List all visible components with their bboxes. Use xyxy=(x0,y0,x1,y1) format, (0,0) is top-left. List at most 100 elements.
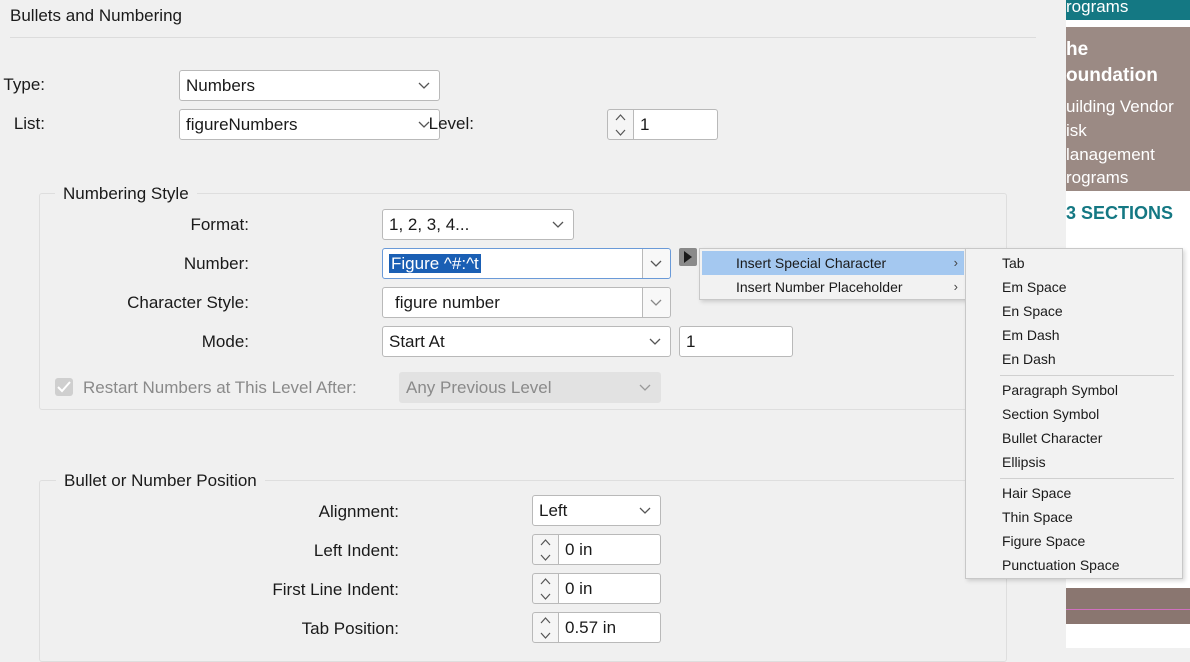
tab-position-input[interactable]: 0.57 in xyxy=(559,612,661,643)
list-type-dropdown[interactable]: Numbers xyxy=(179,70,440,101)
special-character-menu: Insert Special Character › Insert Number… xyxy=(699,248,967,300)
menu-item-label: En Dash xyxy=(1002,351,1056,367)
chevron-down-icon xyxy=(648,327,662,356)
menu-item-label: Section Symbol xyxy=(1002,406,1100,422)
doc-sub-line: rograms xyxy=(1066,168,1129,187)
menu-item-label: Bullet Character xyxy=(1002,430,1103,446)
menu-item-label: Thin Space xyxy=(1002,509,1073,525)
doc-sub-line: uilding Vendor xyxy=(1066,97,1174,116)
submenu-item-ellipsis[interactable]: Ellipsis xyxy=(968,450,1180,474)
stepper-up-icon[interactable] xyxy=(608,110,633,124)
stepper-down-icon[interactable] xyxy=(533,628,558,642)
character-style-dropdown-button[interactable] xyxy=(642,288,670,317)
submenu-item-tab[interactable]: Tab xyxy=(968,251,1180,275)
first-line-indent-label: First Line Indent: xyxy=(272,580,399,599)
menu-item-insert-number-placeholder[interactable]: Insert Number Placeholder › xyxy=(702,275,964,299)
submenu-item-em-space[interactable]: Em Space xyxy=(968,275,1180,299)
doc-sub-line: lanagement xyxy=(1066,145,1155,164)
submenu-item-figure-space[interactable]: Figure Space xyxy=(968,529,1180,553)
doc-heading-line: he xyxy=(1066,39,1089,60)
insert-special-flyout-button[interactable] xyxy=(679,248,697,266)
doc-sections-heading: 3 SECTIONS xyxy=(1066,203,1174,223)
list-type-value: Numbers xyxy=(186,76,255,95)
restart-level-value: Any Previous Level xyxy=(406,378,552,397)
position-group xyxy=(39,480,1007,662)
number-dropdown-button[interactable] xyxy=(642,249,670,278)
list-label: List: xyxy=(13,114,45,133)
list-type-label: List Type: xyxy=(0,75,45,94)
number-label: Number: xyxy=(183,254,249,273)
tab-position-stepper[interactable] xyxy=(532,612,559,643)
stepper-down-icon[interactable] xyxy=(533,550,558,564)
submenu-item-bullet-character[interactable]: Bullet Character xyxy=(968,426,1180,450)
start-at-input[interactable]: 1 xyxy=(679,326,793,357)
chevron-down-icon xyxy=(638,496,652,525)
submenu-item-thin-space[interactable]: Thin Space xyxy=(968,505,1180,529)
menu-item-label: Insert Number Placeholder xyxy=(736,279,903,295)
dialog-title: Bullets and Numbering xyxy=(10,6,182,25)
chevron-right-icon: › xyxy=(953,255,958,270)
doc-title-block: he oundation uilding Vendor isk lanageme… xyxy=(1066,27,1190,191)
bullets-numbering-dialog: Bullets and Numbering List Type: Numbers… xyxy=(0,0,1066,662)
restart-level-dropdown[interactable]: Any Previous Level xyxy=(399,372,661,403)
position-group-title: Bullet or Number Position xyxy=(56,471,265,491)
stepper-up-icon[interactable] xyxy=(533,574,558,588)
menu-item-label: Hair Space xyxy=(1002,485,1072,501)
menu-item-label: Figure Space xyxy=(1002,533,1086,549)
first-line-indent-input[interactable]: 0 in xyxy=(559,573,661,604)
character-style-combobox[interactable]: figure number xyxy=(382,287,671,318)
submenu-item-paragraph-symbol[interactable]: Paragraph Symbol xyxy=(968,378,1180,402)
format-dropdown[interactable]: 1, 2, 3, 4... xyxy=(382,209,574,240)
menu-item-label: Insert Special Character xyxy=(736,255,887,271)
submenu-item-hair-space[interactable]: Hair Space xyxy=(968,481,1180,505)
alignment-dropdown[interactable]: Left xyxy=(532,495,661,526)
menu-separator xyxy=(1000,375,1174,376)
stepper-up-icon[interactable] xyxy=(533,613,558,627)
title-divider xyxy=(10,37,1036,38)
menu-separator xyxy=(1000,478,1174,479)
menu-item-label: Tab xyxy=(1002,255,1025,271)
submenu-item-en-space[interactable]: En Space xyxy=(968,299,1180,323)
stepper-down-icon[interactable] xyxy=(608,125,633,139)
menu-item-label: Em Dash xyxy=(1002,327,1060,343)
alignment-value: Left xyxy=(539,501,568,520)
character-style-label: Character Style: xyxy=(127,293,249,312)
stepper-up-icon[interactable] xyxy=(533,535,558,549)
left-indent-input[interactable]: 0 in xyxy=(559,534,661,565)
level-stepper[interactable] xyxy=(607,109,634,140)
submenu-item-punctuation-space[interactable]: Punctuation Space xyxy=(968,553,1180,577)
doc-guide-line xyxy=(1066,609,1190,610)
submenu-item-section-symbol[interactable]: Section Symbol xyxy=(968,402,1180,426)
first-line-indent-stepper[interactable] xyxy=(532,573,559,604)
format-label: Format: xyxy=(190,215,249,234)
submenu-item-en-dash[interactable]: En Dash xyxy=(968,347,1180,371)
doc-footer-block xyxy=(1066,588,1190,624)
list-dropdown[interactable]: figureNumbers xyxy=(179,109,440,140)
doc-top-banner: rograms xyxy=(1066,0,1190,20)
menu-item-label: Punctuation Space xyxy=(1002,557,1120,573)
chevron-down-icon xyxy=(417,71,431,100)
menu-item-label: Paragraph Symbol xyxy=(1002,382,1118,398)
restart-numbers-checkbox[interactable] xyxy=(55,378,73,396)
left-indent-stepper[interactable] xyxy=(532,534,559,565)
restart-numbers-label: Restart Numbers at This Level After: xyxy=(83,378,357,397)
level-label: Level: xyxy=(428,114,474,133)
level-input[interactable]: 1 xyxy=(634,109,718,140)
left-indent-label: Left Indent: xyxy=(313,541,399,560)
list-value: figureNumbers xyxy=(186,115,298,134)
number-input-selected-text[interactable]: Figure ^#:^t xyxy=(389,254,481,273)
alignment-label: Alignment: xyxy=(318,502,399,521)
submenu-item-em-dash[interactable]: Em Dash xyxy=(968,323,1180,347)
chevron-down-icon xyxy=(551,210,565,239)
number-combobox[interactable]: Figure ^#:^t xyxy=(382,248,671,279)
stepper-down-icon[interactable] xyxy=(533,589,558,603)
menu-item-label: Em Space xyxy=(1002,279,1067,295)
mode-dropdown[interactable]: Start At xyxy=(382,326,671,357)
doc-heading-line: oundation xyxy=(1066,65,1158,86)
mode-value: Start At xyxy=(389,332,445,351)
chevron-down-icon xyxy=(638,373,652,402)
chevron-right-icon: › xyxy=(953,279,958,294)
doc-sub-line: isk xyxy=(1066,121,1087,140)
numbering-style-title: Numbering Style xyxy=(55,184,197,204)
menu-item-insert-special-character[interactable]: Insert Special Character › xyxy=(702,251,964,275)
